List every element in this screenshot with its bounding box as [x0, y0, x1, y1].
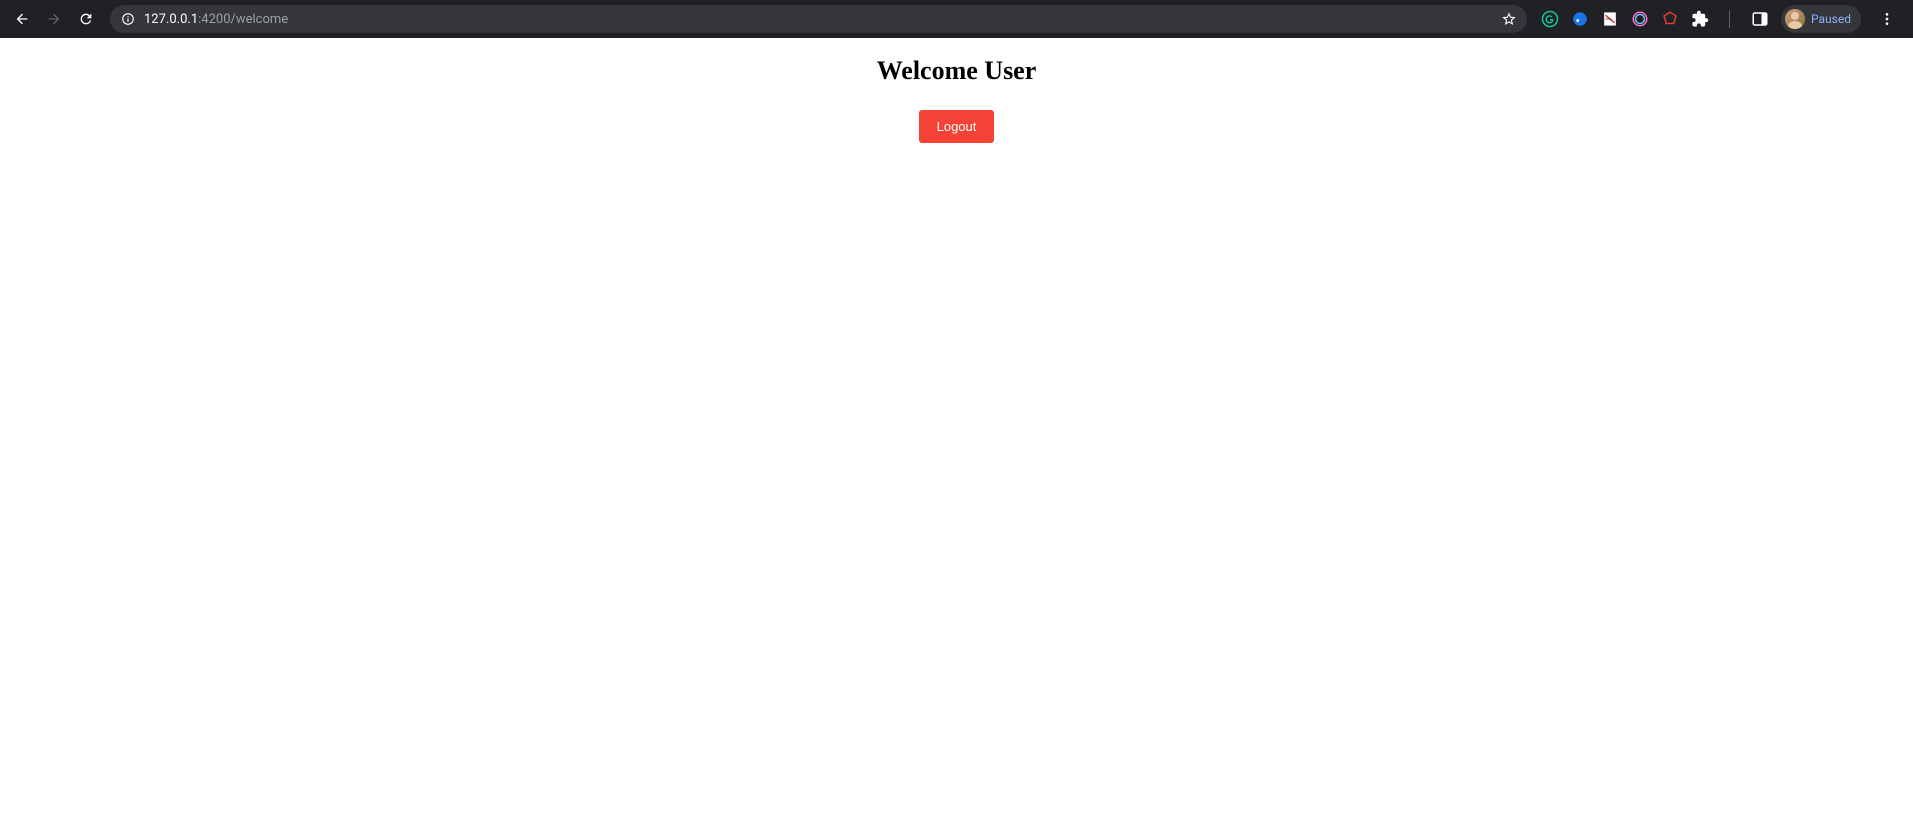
red-extension-icon[interactable]	[1661, 10, 1679, 28]
toolbar-right: Paused	[1541, 5, 1905, 33]
bookmark-button[interactable]	[1501, 11, 1517, 27]
reload-icon	[78, 11, 94, 27]
profile-button[interactable]: Paused	[1781, 5, 1861, 33]
arrow-left-icon	[14, 11, 30, 27]
panel-icon	[1751, 10, 1769, 28]
reload-button[interactable]	[72, 5, 100, 33]
red-shape-icon	[1661, 10, 1679, 28]
profile-status: Paused	[1811, 12, 1851, 26]
nav-controls	[8, 5, 100, 33]
address-bar[interactable]: 127.0.0.1:4200/welcome	[110, 5, 1527, 33]
url-host: 127.0.0.1	[144, 12, 198, 27]
circle-extension-icon[interactable]	[1631, 10, 1649, 28]
arrow-right-icon	[46, 11, 62, 27]
welcome-heading: Welcome User	[0, 56, 1913, 86]
browser-menu-button[interactable]	[1873, 5, 1901, 33]
url-text: 127.0.0.1:4200/welcome	[144, 12, 288, 27]
url-path: :4200/welcome	[198, 12, 288, 27]
forward-button[interactable]	[40, 5, 68, 33]
blue-circle-icon	[1571, 10, 1589, 28]
extensions-menu-icon[interactable]	[1691, 10, 1709, 28]
document-extension-icon[interactable]	[1601, 10, 1619, 28]
document-icon	[1601, 10, 1619, 28]
browser-toolbar: 127.0.0.1:4200/welcome	[0, 0, 1913, 38]
avatar	[1785, 9, 1805, 29]
star-icon	[1501, 11, 1517, 27]
logout-button[interactable]: Logout	[919, 110, 995, 143]
back-button[interactable]	[8, 5, 36, 33]
site-info-icon[interactable]	[120, 11, 136, 27]
separator	[1721, 10, 1739, 28]
more-vert-icon	[1879, 11, 1895, 27]
grammarly-extension-icon[interactable]	[1541, 10, 1559, 28]
gradient-circle-icon	[1631, 10, 1649, 28]
info-icon	[121, 12, 135, 26]
page-content: Welcome User Logout	[0, 38, 1913, 143]
g-circle-icon	[1541, 10, 1559, 28]
puzzle-icon	[1691, 10, 1709, 28]
side-panel-icon[interactable]	[1751, 10, 1769, 28]
blue-extension-icon[interactable]	[1571, 10, 1589, 28]
